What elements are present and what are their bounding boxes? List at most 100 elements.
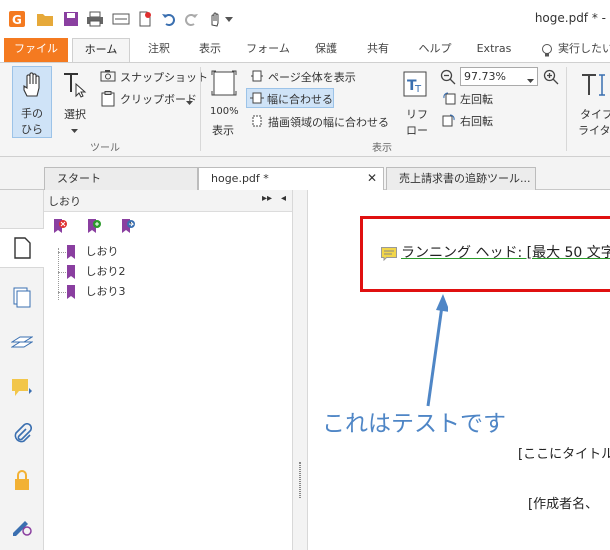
delete-bookmark-icon[interactable] [52, 218, 68, 237]
hand-tool-label-2: ひら [21, 123, 43, 136]
tab-share[interactable]: 共有 [358, 38, 398, 62]
fit-visible-icon [250, 114, 264, 131]
pages-panel-icon[interactable] [10, 286, 34, 310]
annotation-arrow [426, 294, 448, 407]
bookmark-item[interactable]: しおり2 [66, 262, 126, 282]
panel-splitter[interactable] [292, 190, 308, 550]
reflow-label-1: リフ [406, 108, 428, 121]
doc-tab-label: 売上請求書の追跡ツール... [399, 172, 531, 185]
hand-tool-icon[interactable] [206, 10, 224, 28]
bookmark-item[interactable]: しおり3 [66, 282, 126, 302]
bookmark-panel-icon[interactable] [10, 236, 34, 260]
bookmark-item[interactable]: しおり [66, 242, 119, 262]
new-doc-icon[interactable] [136, 10, 154, 28]
fit-width-button[interactable]: 幅に合わせる [246, 88, 334, 108]
zoom-out-icon[interactable] [440, 69, 456, 88]
expand-panel-icon[interactable]: ▸▸ [262, 193, 272, 204]
zoom-select[interactable]: 97.73% [460, 67, 538, 86]
actual-size-label-2: 表示 [212, 124, 234, 137]
select-dropdown-icon [71, 124, 78, 137]
save-icon[interactable] [62, 10, 80, 28]
comments-panel-icon[interactable] [10, 376, 34, 400]
redo-icon[interactable] [182, 10, 200, 28]
fit-width-label: 幅に合わせる [267, 93, 333, 106]
typewriter-button[interactable]: タイプ ライター [574, 66, 610, 138]
view-group-label: 表示 [372, 143, 392, 154]
hand-icon [21, 72, 45, 101]
annotation-text: これはテストです [322, 411, 506, 437]
menu-tab-bar: ファイル ホーム 注釈 表示 フォーム 保護 共有 ヘルプ Extras 実行し… [0, 38, 610, 62]
clipboard-dropdown-icon [186, 96, 193, 109]
tools-group-label: ツール [90, 143, 120, 154]
actual-size-button[interactable]: 100% 表示 [206, 66, 242, 138]
goto-bookmark-icon[interactable] [120, 218, 136, 237]
hand-tool-button[interactable]: 手の ひら [12, 66, 52, 138]
fit-page-icon [250, 69, 264, 86]
title-placeholder: [ここにタイトルを [518, 447, 610, 462]
security-panel-icon[interactable] [10, 468, 34, 492]
tab-comment[interactable]: 注釈 [140, 38, 178, 62]
tab-extras[interactable]: Extras [470, 38, 518, 62]
scan-icon[interactable] [112, 10, 130, 28]
app-window: G hoge.pdf * - ファイル ホーム 注釈 表示 フォーム 保護 共有… [0, 0, 610, 550]
customize-dropdown-icon[interactable] [224, 10, 234, 28]
attachments-panel-icon[interactable] [10, 422, 34, 446]
tab-help[interactable]: ヘルプ [412, 38, 458, 62]
doc-tab-hoge[interactable]: hoge.pdf * ✕ [198, 167, 384, 191]
tell-me-search[interactable]: 実行したい [558, 38, 610, 62]
tab-home[interactable]: ホーム [72, 38, 130, 62]
ribbon: 手の ひら 選択 スナップショット クリップボード ツール 100% 表示 ペー… [0, 62, 610, 157]
doc-tab-invoice[interactable]: 売上請求書の追跡ツール... [386, 167, 536, 190]
note-annotation-icon[interactable] [381, 247, 397, 262]
bookmark-icon [67, 265, 75, 279]
bookmark-label: しおり [85, 245, 119, 258]
select-text-icon [62, 70, 88, 101]
rotate-left-button[interactable]: 左回転 [460, 91, 493, 107]
fit-page-button[interactable]: ページ全体を表示 [268, 69, 356, 85]
fit-width-icon [250, 91, 264, 108]
reflow-button[interactable]: TT リフ ロー [398, 66, 432, 138]
tab-file[interactable]: ファイル [4, 38, 68, 62]
add-bookmark-icon[interactable] [86, 218, 102, 237]
app-logo-icon: G [8, 10, 26, 28]
tab-view[interactable]: 表示 [190, 38, 230, 62]
document-tab-strip: スタート hoge.pdf * ✕ 売上請求書の追跡ツール... [0, 157, 610, 191]
bookmark-icon [67, 245, 75, 259]
signature-panel-icon[interactable] [10, 514, 34, 538]
typewriter-label-2: ライター [578, 124, 610, 137]
tab-form[interactable]: フォーム [244, 38, 292, 62]
ribbon-separator [200, 67, 201, 151]
bookmark-icon [67, 285, 75, 299]
svg-text:G: G [12, 13, 22, 27]
document-page: ランニング ヘッド: [最大 50 文字 これはテストです [ここにタイトルを … [308, 190, 610, 550]
snapshot-button[interactable]: スナップショット [120, 69, 208, 85]
tree-line [58, 252, 66, 253]
open-folder-icon[interactable] [36, 10, 54, 28]
select-tool-button[interactable]: 選択 [58, 66, 92, 138]
author-placeholder: [作成者名、 [528, 497, 599, 512]
lightbulb-icon [540, 43, 554, 60]
rotate-right-button[interactable]: 右回転 [460, 113, 493, 129]
reflow-icon: TT [402, 70, 428, 101]
collapse-panel-icon[interactable]: ◂ [281, 193, 286, 204]
tab-protect[interactable]: 保護 [306, 38, 346, 62]
typewriter-icon [580, 72, 610, 101]
svg-text:T: T [414, 84, 422, 95]
tree-line [58, 272, 66, 273]
select-tool-label: 選択 [64, 108, 86, 121]
rotate-left-icon [442, 91, 456, 108]
print-icon[interactable] [86, 10, 104, 28]
fit-visible-button[interactable]: 描画領域の幅に合わせる [268, 114, 389, 130]
running-head-text: ランニング ヘッド: [最大 50 文字 [401, 245, 610, 261]
bookmarks-title: しおり [48, 195, 81, 208]
bookmarks-header: しおり ▸▸ ◂ [44, 190, 292, 212]
doc-tab-start[interactable]: スタート [44, 167, 198, 190]
bookmarks-panel: しおり ▸▸ ◂ しおり しおり2 しおり3 [44, 190, 292, 550]
tree-line [58, 292, 66, 293]
zoom-value: 97.73% [464, 70, 506, 83]
undo-icon[interactable] [160, 10, 178, 28]
close-tab-icon[interactable]: ✕ [367, 168, 377, 189]
zoom-in-icon[interactable] [543, 69, 559, 88]
left-nav-bar [0, 190, 44, 550]
layers-panel-icon[interactable] [10, 332, 34, 356]
